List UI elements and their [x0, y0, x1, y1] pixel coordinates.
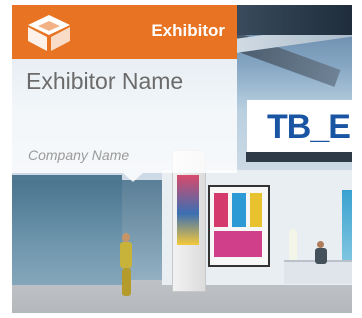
avatar-body — [120, 242, 132, 268]
screen-poster — [214, 193, 228, 227]
booth-banner-sign[interactable]: TB_E — [247, 100, 352, 156]
banner-stand — [246, 152, 352, 162]
exhibitor-name: Exhibitor Name — [26, 68, 184, 94]
company-name: Company Name — [28, 147, 130, 163]
exhibitor-header-label: Exhibitor — [151, 21, 225, 40]
avatar-head — [317, 241, 324, 248]
glass-wall — [12, 175, 122, 285]
visitor-avatar[interactable] — [118, 233, 134, 299]
exhibitor-info-card[interactable]: Exhibitor Exhibitor Name Company Name — [12, 5, 237, 182]
card-pointer — [123, 173, 143, 182]
banner-logo-text: TB_E — [267, 108, 351, 146]
avatar-body — [315, 248, 327, 264]
exhibitor-card-header: Exhibitor — [12, 5, 237, 59]
ceiling-beam — [232, 5, 352, 35]
screen-poster — [214, 231, 262, 257]
cube-logo-icon — [28, 15, 70, 51]
avatar-legs — [122, 268, 131, 296]
screen-poster — [232, 193, 246, 227]
booth-display-screen[interactable] — [208, 185, 270, 267]
side-display-panel — [342, 190, 352, 260]
screen-poster — [250, 193, 262, 227]
exhibitor-card-body: Exhibitor Name Company Name — [12, 59, 237, 173]
avatar-head — [122, 233, 130, 242]
booth-poster[interactable] — [177, 175, 199, 245]
booth-staff-avatar[interactable] — [314, 241, 328, 281]
